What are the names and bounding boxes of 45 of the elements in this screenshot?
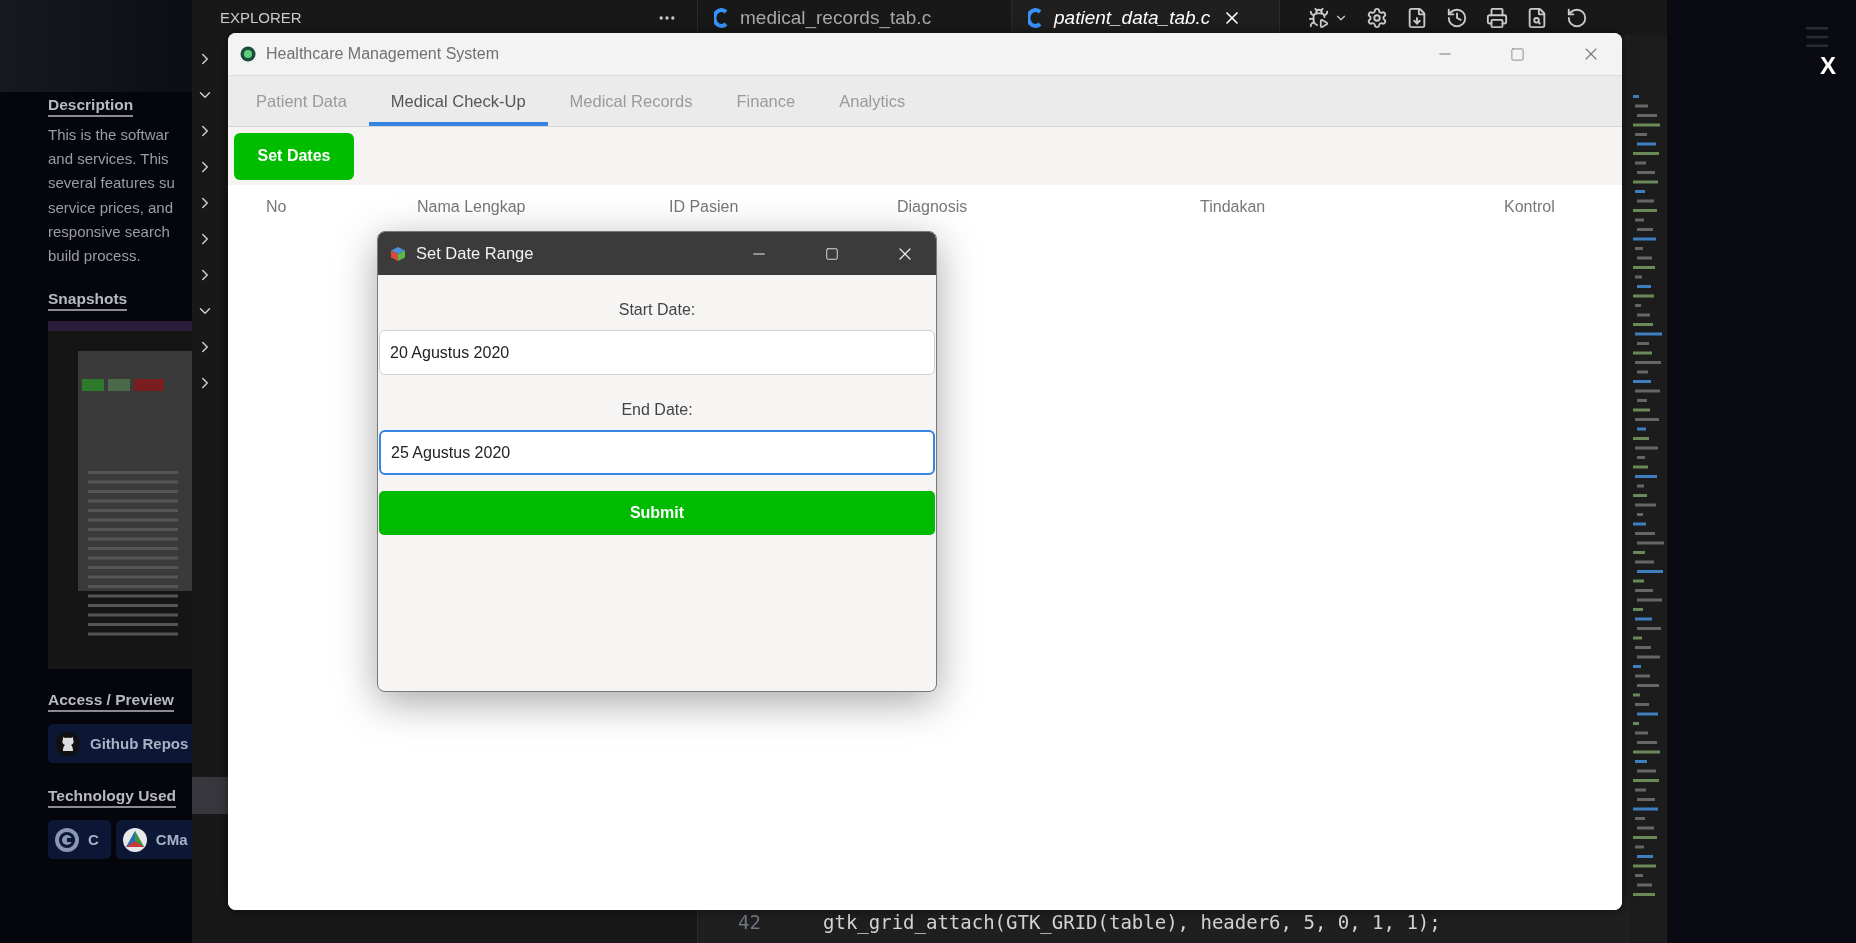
code-line: gtk_grid_attach(GTK_GRID(table), header6, 5, 0, 1, 1); bbox=[823, 911, 1441, 933]
run-debug-icon[interactable] bbox=[1308, 6, 1330, 29]
search-icon[interactable] bbox=[1526, 6, 1548, 29]
close-button[interactable]: X bbox=[1814, 52, 1842, 80]
github-button[interactable]: Github Repos bbox=[48, 724, 192, 764]
rotate-icon[interactable] bbox=[1566, 6, 1588, 29]
date-field[interactable]: 25 Agustus 2020 bbox=[379, 430, 935, 475]
description-text: several features su bbox=[48, 173, 175, 194]
column-header: Tindakan bbox=[1200, 198, 1267, 216]
c-file-icon bbox=[1028, 7, 1042, 28]
description-text: service prices, and bbox=[48, 197, 174, 218]
line-number: 42 bbox=[737, 911, 762, 933]
description-text: This is the softwar bbox=[48, 125, 169, 145]
technology-badge: CMa bbox=[115, 820, 192, 860]
window-title: Healthcare Management System bbox=[266, 45, 500, 63]
column-header: Diagnosis bbox=[897, 198, 969, 216]
section-heading: Technology Used bbox=[48, 787, 177, 809]
technology-badge: C bbox=[48, 820, 111, 860]
column-header: No bbox=[266, 198, 288, 216]
section-heading: Access / Preview bbox=[48, 691, 174, 713]
app-icon bbox=[240, 46, 256, 62]
c-logo-icon bbox=[54, 826, 80, 853]
triangle-logo-icon bbox=[121, 826, 148, 853]
section-heading: Snapshots bbox=[48, 290, 128, 312]
history-icon[interactable] bbox=[1446, 6, 1468, 29]
dialog-title: Set Date Range bbox=[416, 244, 535, 263]
column-header: ID Pasien bbox=[669, 198, 740, 216]
file-download-icon[interactable] bbox=[1406, 6, 1428, 29]
editor-tab[interactable]: patient_data_tab.c bbox=[1012, 0, 1280, 35]
field-label: Start Date: bbox=[617, 299, 697, 320]
column-header: Nama Lengkap bbox=[417, 198, 527, 216]
explorer-title: EXPLORER bbox=[220, 9, 302, 26]
c-file-icon bbox=[714, 7, 728, 28]
settings-icon[interactable] bbox=[1366, 6, 1388, 29]
date-field[interactable]: 20 Agustus 2020 bbox=[379, 330, 935, 375]
description-text: and services. This bbox=[48, 149, 169, 170]
field-label: End Date: bbox=[620, 399, 694, 420]
description-text: build process. bbox=[48, 246, 141, 266]
selected-row bbox=[192, 777, 228, 814]
section-heading: Description bbox=[48, 96, 134, 117]
description-text: responsive search bbox=[48, 221, 170, 242]
github-icon bbox=[56, 731, 80, 756]
cube-icon bbox=[390, 245, 406, 262]
column-header: Kontrol bbox=[1504, 198, 1556, 216]
printer-icon[interactable] bbox=[1486, 6, 1508, 29]
